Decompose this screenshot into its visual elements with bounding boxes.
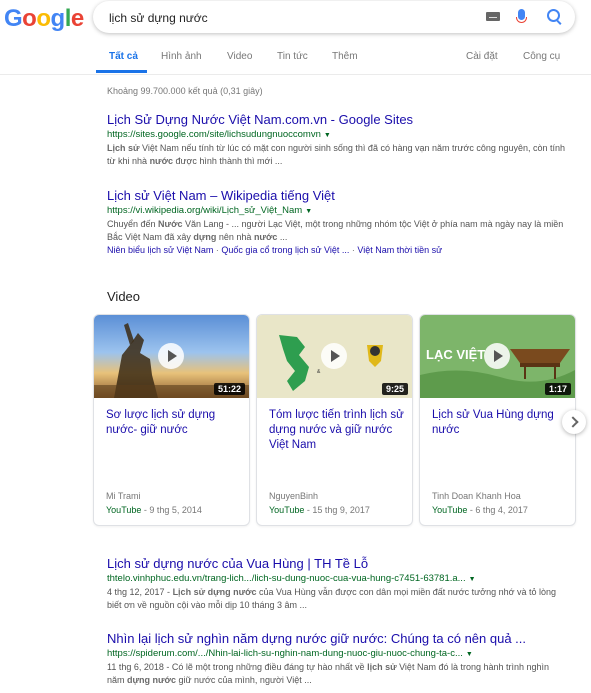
- video-duration: 9:25: [381, 383, 408, 395]
- search-box: [93, 1, 575, 33]
- svg-text:&: &: [317, 369, 321, 375]
- dropdown-caret-icon[interactable]: ▼: [469, 576, 476, 583]
- result-title[interactable]: Lịch sử Việt Nam – Wikipedia tiếng Việt: [107, 188, 567, 203]
- video-section-heading: Video: [107, 289, 141, 304]
- logo-letter: o: [36, 5, 51, 32]
- video-meta: YouTube - 9 thg 5, 2014: [106, 505, 202, 515]
- video-channel: Tinh Doan Khanh Hoa: [432, 491, 521, 501]
- result-title[interactable]: Nhìn lại lịch sử nghìn năm dựng nước giữ…: [107, 631, 567, 646]
- sitelink[interactable]: Quốc gia cổ trong lịch sử Việt ...: [221, 245, 349, 255]
- result-title[interactable]: Lịch sử dựng nước của Vua Hùng | TH Tề L…: [107, 556, 567, 571]
- sitelinks: Niên biểu lịch sử Việt Nam · Quốc gia cổ…: [107, 245, 567, 255]
- logo-letter: G: [4, 5, 23, 32]
- video-channel: Mi Trami: [106, 491, 141, 501]
- video-meta: YouTube - 6 thg 4, 2017: [432, 505, 528, 515]
- tab-tools[interactable]: Công cụ: [523, 51, 560, 62]
- result-snippet: 4 thg 12, 2017 - Lịch sử dựng nước của V…: [107, 587, 557, 610]
- result-stats: Khoảng 99.700.000 kết quả (0,31 giây): [107, 86, 263, 96]
- video-source: YouTube: [432, 505, 468, 515]
- logo-letter: o: [22, 5, 37, 32]
- search-tabs: Tất cả Hình ảnh Video Tin tức Thêm Cài đ…: [0, 48, 591, 75]
- video-card[interactable]: 51:22 Sơ lược lịch sử dựng nước- giữ nướ…: [93, 314, 250, 526]
- video-duration: 1:17: [544, 383, 571, 395]
- mic-icon[interactable]: [516, 9, 527, 23]
- video-thumbnail[interactable]: & 9:25: [257, 315, 412, 398]
- video-thumbnail[interactable]: 51:22: [94, 315, 249, 398]
- video-source: YouTube: [269, 505, 305, 515]
- result-snippet: Chuyển đến Nước Văn Lang - ... người Lạc…: [107, 219, 564, 242]
- video-date: 6 thg 4, 2017: [475, 505, 528, 515]
- play-icon[interactable]: [158, 343, 184, 369]
- video-date: 15 thg 9, 2017: [312, 505, 370, 515]
- result-url-text[interactable]: https://vi.wikipedia.org/wiki/Lịch_sử_Vi…: [107, 205, 302, 216]
- search-result: Lịch sử dựng nước của Vua Hùng | TH Tề L…: [107, 556, 567, 612]
- video-title[interactable]: Sơ lược lịch sử dựng nước- giữ nước: [106, 408, 241, 438]
- dropdown-caret-icon[interactable]: ▼: [466, 651, 473, 658]
- tab-images[interactable]: Hình ảnh: [161, 51, 202, 62]
- thumbnail-caption: LẠC VIỆT: [426, 347, 486, 362]
- sitelink[interactable]: Việt Nam thời tiền sử: [357, 245, 442, 255]
- play-icon[interactable]: [484, 343, 510, 369]
- tab-settings[interactable]: Cài đặt: [466, 51, 498, 62]
- active-tab-indicator: [96, 70, 147, 73]
- video-channel: NguyenBinh: [269, 491, 319, 501]
- result-url: thtelo.vinhphuc.edu.vn/trang-lich.../lic…: [107, 573, 567, 584]
- next-arrow-icon[interactable]: [562, 410, 586, 434]
- video-thumbnail[interactable]: LẠC VIỆT 1:17: [420, 315, 575, 398]
- result-title[interactable]: Lịch Sử Dựng Nước Việt Nam.com.vn - Goog…: [107, 112, 567, 127]
- search-result: Lịch Sử Dựng Nước Việt Nam.com.vn - Goog…: [107, 112, 567, 168]
- dropdown-caret-icon[interactable]: ▼: [305, 208, 312, 215]
- video-card[interactable]: & 9:25 Tóm lược tiến trình lịch sử dựng …: [256, 314, 413, 526]
- video-source: YouTube: [106, 505, 142, 515]
- video-duration: 51:22: [213, 383, 245, 395]
- google-logo[interactable]: Google: [4, 5, 84, 33]
- result-url-text[interactable]: https://spiderum.com/.../Nhin-lai-lich-s…: [107, 648, 463, 659]
- search-icon[interactable]: [547, 9, 560, 22]
- search-result: Lịch sử Việt Nam – Wikipedia tiếng Việt …: [107, 188, 567, 255]
- video-title[interactable]: Lịch sử Vua Hùng dựng nước: [432, 408, 567, 438]
- result-url: https://sites.google.com/site/lichsudung…: [107, 129, 567, 140]
- sitelink[interactable]: Niên biểu lịch sử Việt Nam: [107, 245, 213, 255]
- tab-more[interactable]: Thêm: [332, 51, 358, 62]
- tab-video[interactable]: Video: [227, 51, 252, 62]
- video-card[interactable]: LẠC VIỆT 1:17 Lịch sử Vua Hùng dựng nước…: [419, 314, 576, 526]
- tab-news[interactable]: Tin tức: [277, 51, 308, 62]
- search-result: Nhìn lại lịch sử nghìn năm dựng nước giữ…: [107, 631, 567, 687]
- dropdown-caret-icon[interactable]: ▼: [324, 132, 331, 139]
- video-date: 9 thg 5, 2014: [149, 505, 202, 515]
- result-snippet: 11 thg 6, 2018 - Có lẽ một trong những đ…: [107, 662, 550, 685]
- search-input[interactable]: [107, 7, 471, 29]
- logo-letter: g: [50, 5, 66, 32]
- play-icon[interactable]: [321, 343, 347, 369]
- video-meta: YouTube - 15 thg 9, 2017: [269, 505, 370, 515]
- result-url-text[interactable]: https://sites.google.com/site/lichsudung…: [107, 129, 321, 140]
- logo-letter: e: [70, 5, 84, 32]
- tab-all[interactable]: Tất cả: [109, 51, 138, 62]
- video-title[interactable]: Tóm lược tiến trình lịch sử dựng nước và…: [269, 408, 404, 453]
- result-url: https://spiderum.com/.../Nhin-lai-lich-s…: [107, 648, 567, 659]
- result-url: https://vi.wikipedia.org/wiki/Lịch_sử_Vi…: [107, 205, 567, 216]
- result-snippet: Lịch sử Việt Nam nếu tính từ lúc có mặt …: [107, 143, 565, 166]
- result-url-text[interactable]: thtelo.vinhphuc.edu.vn/trang-lich.../lic…: [107, 573, 466, 584]
- keyboard-icon[interactable]: [486, 12, 500, 21]
